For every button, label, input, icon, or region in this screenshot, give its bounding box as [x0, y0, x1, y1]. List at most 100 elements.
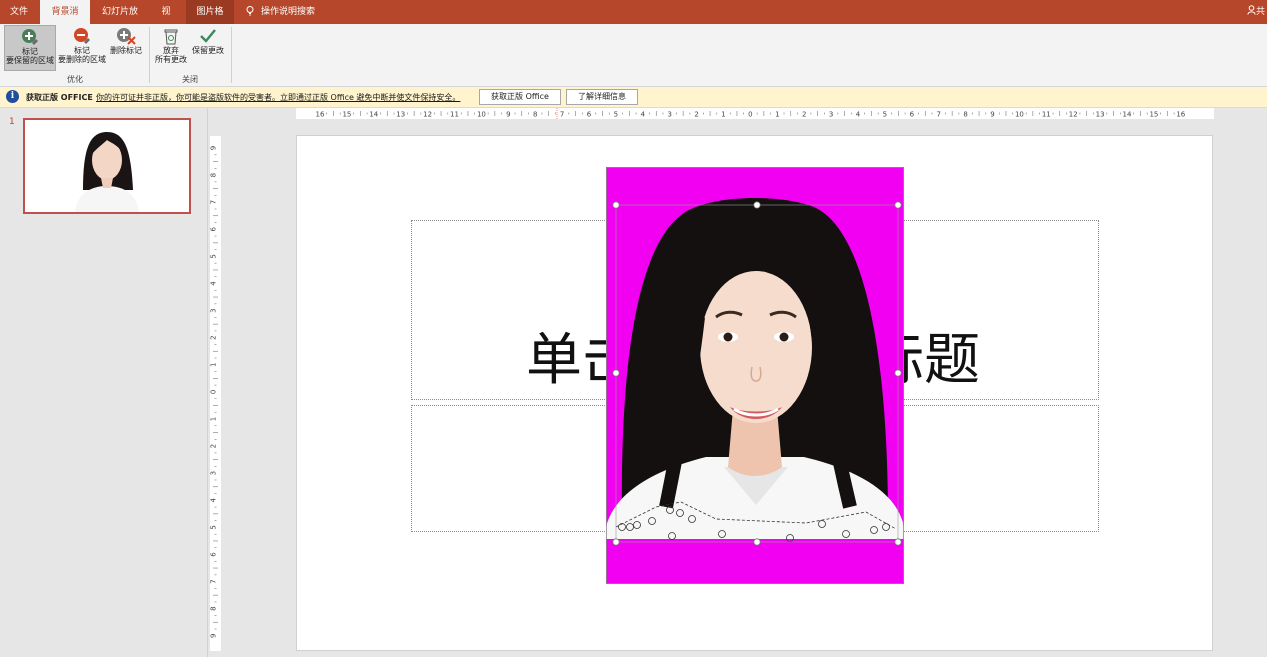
share-button[interactable]: 共 [1247, 0, 1267, 24]
mark-remove-label-2: 要删除的区域 [58, 55, 106, 64]
ruler-label: 6 [210, 552, 218, 557]
ruler-label: 4 [641, 111, 646, 119]
plus-circle-pencil-icon [22, 29, 38, 45]
ruler-label: 15 [1149, 111, 1158, 119]
ruler-label: 2 [210, 444, 218, 448]
ribbon: 标记 要保留的区域 标记 要删除的区域 删除标记 优化 放弃 所有更改 保留更改… [0, 24, 1267, 87]
ribbon-group-separator [231, 27, 232, 83]
discard-changes-button[interactable]: 放弃 所有更改 [153, 25, 189, 71]
ruler-label: 7 [210, 579, 218, 583]
ruler-label: 14 [369, 111, 378, 119]
thumbnail-portrait-image [75, 132, 139, 212]
ruler-label: 6 [587, 111, 592, 119]
ruler-label: 2 [802, 111, 806, 119]
ruler-label: 5 [883, 111, 887, 119]
ruler-label: 16 [1176, 111, 1185, 119]
info-icon: i [6, 90, 19, 103]
group-label-close: 关闭 [182, 75, 198, 84]
learn-more-button[interactable]: 了解详细信息 [566, 89, 638, 105]
ribbon-tab-bar: 文件 背景消除 幻灯片放映 视图 图片格式 操作说明搜索 共 [0, 0, 1267, 41]
delete-mark-icon [117, 28, 136, 45]
keep-changes-button[interactable]: 保留更改 [190, 25, 226, 71]
slide-thumbnail[interactable] [23, 118, 191, 214]
minus-circle-pencil-icon [74, 28, 90, 44]
vertical-ruler: 9 8 7 6 5 4 3 2 1 0 1 2 3 4 5 6 7 8 9 [210, 136, 221, 651]
ruler-label: 6 [910, 111, 915, 119]
mark-keep-label-1: 标记 [22, 47, 38, 56]
ruler-label: 1 [721, 111, 725, 119]
ruler-label: 4 [856, 111, 861, 119]
ruler-label: 1 [210, 417, 218, 421]
ruler-label: 1 [775, 111, 779, 119]
tab-view[interactable]: 视图 [150, 0, 182, 41]
mark-remove-button[interactable]: 标记 要删除的区域 [57, 25, 107, 71]
ruler-label: 0 [210, 390, 218, 394]
mark-keep-button[interactable]: 标记 要保留的区域 [4, 25, 56, 71]
ruler-label: 8 [533, 111, 537, 119]
ruler-label: 10 [477, 111, 486, 119]
warning-title: 获取正版 OFFICE [26, 93, 93, 102]
keep-changes-label: 保留更改 [192, 46, 224, 55]
ruler-label: 8 [963, 111, 967, 119]
ruler-label: 11 [450, 111, 459, 119]
ruler-label: 9 [210, 634, 218, 638]
ruler-label: 5 [210, 254, 218, 258]
ribbon-group-separator [149, 27, 150, 83]
ruler-label: 6 [210, 227, 218, 232]
ruler-label: 8 [210, 606, 218, 610]
ruler-label: 3 [210, 471, 218, 475]
ruler-label: 0 [748, 111, 752, 119]
ruler-label: 3 [210, 308, 218, 312]
license-warning-bar: i 获取正版 OFFICE 你的许可证并非正版，你可能是盗版软件的受害者。立即通… [0, 87, 1267, 108]
ruler-label: 9 [990, 111, 994, 119]
ruler-label: 3 [667, 111, 671, 119]
delete-mark-label: 删除标记 [110, 46, 142, 55]
horizontal-ruler: 16 15 14 13 12 11 10 9 8 7 6 5 4 3 2 1 0 1 2 3 4 5 6 7 8 9 10 11 12 1… [296, 108, 1214, 119]
ruler-label: 4 [210, 498, 218, 503]
mark-keep-label-2: 要保留的区域 [6, 56, 54, 65]
delete-mark-button[interactable]: 删除标记 [108, 25, 144, 71]
ruler-label: 5 [210, 525, 218, 529]
ruler-label: 15 [342, 111, 351, 119]
tab-file[interactable]: 文件 [2, 0, 36, 24]
ruler-label: 7 [936, 111, 940, 119]
background-removal-picture[interactable] [606, 167, 904, 584]
ruler-label: 10 [1015, 111, 1024, 119]
ruler-label: 2 [694, 111, 698, 119]
portrait-image [606, 167, 904, 584]
ruler-label: 11 [1042, 111, 1051, 119]
slide-number: 1 [9, 117, 15, 127]
warning-message-link[interactable]: 你的许可证并非正版，你可能是盗版软件的受害者。立即通过正版 Office 避免中… [96, 92, 460, 103]
ruler-label: 14 [1123, 111, 1132, 119]
tab-background-removal[interactable]: 背景消除 [40, 0, 90, 41]
ruler-label: 7 [210, 200, 218, 204]
ruler-label: 12 [1069, 111, 1078, 119]
slide-thumbnail-pane: 1 [0, 108, 208, 657]
ruler-label: 1 [210, 363, 218, 367]
ruler-label: 13 [396, 111, 405, 119]
ruler-label: 8 [210, 173, 218, 177]
ruler-label: 2 [210, 335, 218, 339]
tab-slideshow[interactable]: 幻灯片放映 [92, 0, 148, 41]
ruler-label: 9 [506, 111, 510, 119]
checkmark-icon [200, 29, 216, 43]
group-label-refine: 优化 [67, 75, 83, 84]
ruler-label: 7 [560, 111, 564, 119]
ruler-label: 16 [316, 111, 325, 119]
person-icon [1247, 5, 1256, 15]
ruler-label: 3 [829, 111, 833, 119]
ruler-label: 13 [1096, 111, 1105, 119]
lightbulb-icon [246, 6, 254, 16]
share-label: 共 [1255, 7, 1265, 17]
discard-label-2: 所有更改 [155, 55, 187, 64]
ruler-label: 5 [614, 111, 618, 119]
ruler-label: 12 [423, 111, 432, 119]
tell-me-search[interactable]: 操作说明搜索 [258, 0, 318, 24]
discard-label-1: 放弃 [163, 46, 179, 55]
get-genuine-office-button[interactable]: 获取正版 Office [479, 89, 561, 105]
mark-remove-label-1: 标记 [74, 46, 90, 55]
ruler-label: 9 [210, 146, 218, 150]
trash-icon [164, 29, 178, 45]
ruler-label: 4 [210, 281, 218, 286]
tab-picture-format[interactable]: 图片格式 [186, 0, 234, 41]
